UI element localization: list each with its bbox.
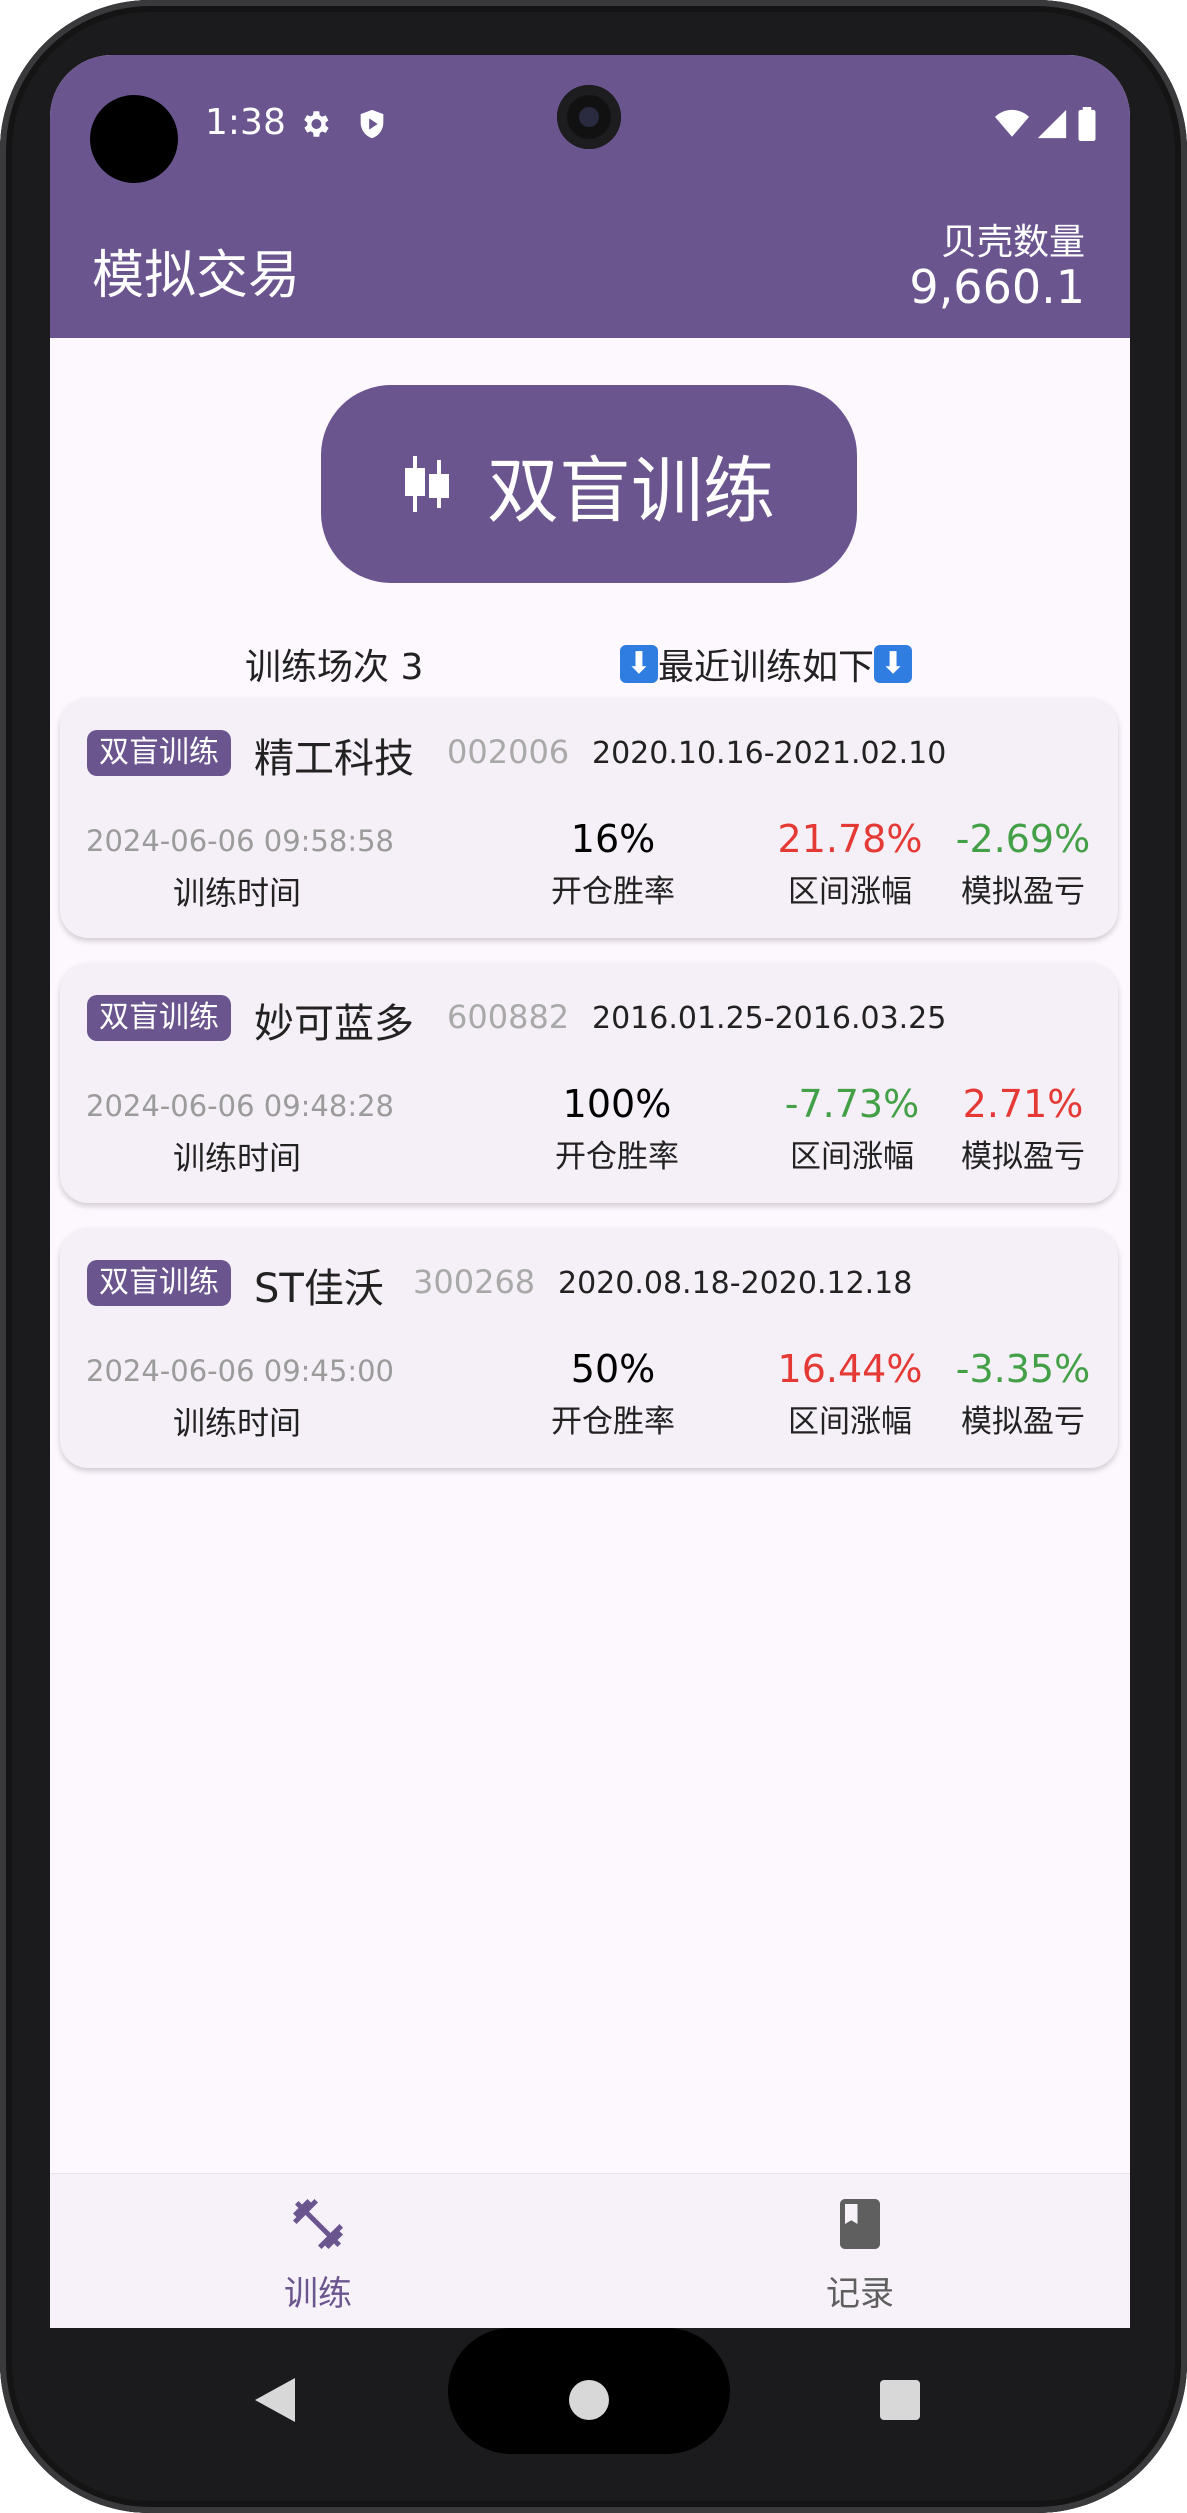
win-rate-metric: 50% 开仓胜率 xyxy=(518,1346,708,1441)
stock-code: 300268 xyxy=(413,1263,536,1301)
date-range: 2020.08.18-2020.12.18 xyxy=(558,1266,913,1301)
signal-icon xyxy=(1037,109,1067,139)
battery-icon xyxy=(1078,107,1096,141)
blind-training-label: 双盲训练 xyxy=(486,448,775,533)
stock-code: 002006 xyxy=(447,733,570,771)
win-rate-metric: 100% 开仓胜率 xyxy=(522,1081,712,1176)
simulated-pnl-metric: 2.71% 模拟盈亏 xyxy=(943,1081,1103,1176)
back-icon[interactable] xyxy=(255,2378,295,2422)
simulated-pnl-label: 模拟盈亏 xyxy=(961,1139,1085,1175)
wifi-icon xyxy=(995,109,1029,137)
status-time: 1:38 xyxy=(205,102,286,143)
training-time-label: 训练时间 xyxy=(173,874,302,912)
simulated-pnl-metric: -3.35% 模拟盈亏 xyxy=(943,1346,1103,1441)
training-timestamp: 2024-06-06 09:58:58 xyxy=(86,824,394,858)
interval-change-value: 16.44% xyxy=(777,1347,923,1391)
nav-item-records[interactable]: 记录 xyxy=(760,2194,960,2315)
page-title: 模拟交易 xyxy=(92,246,301,306)
home-icon[interactable] xyxy=(569,2380,609,2420)
training-timestamp: 2024-06-06 09:48:28 xyxy=(86,1089,394,1123)
simulated-pnl-value: -2.69% xyxy=(955,817,1091,861)
win-rate-value: 50% xyxy=(570,1347,656,1391)
stock-name: 妙可蓝多 xyxy=(254,1001,414,1047)
training-record-card[interactable]: 双盲训练 ST佳沃 300268 2020.08.18-2020.12.18 2… xyxy=(60,1228,1118,1468)
app-bar: 1:38 模拟交易 贝壳数量 9,660.1 xyxy=(50,55,1130,338)
win-rate-metric: 16% 开仓胜率 xyxy=(518,816,708,911)
interval-change-label: 区间涨幅 xyxy=(790,1139,914,1175)
recent-training-label: 最近训练如下 xyxy=(658,647,875,688)
win-rate-value: 100% xyxy=(562,1082,672,1126)
stock-name: ST佳沃 xyxy=(254,1266,384,1312)
win-rate-label: 开仓胜率 xyxy=(551,874,675,910)
interval-change-metric: 21.78% 区间涨幅 xyxy=(755,816,945,911)
recents-icon[interactable] xyxy=(880,2380,920,2420)
interval-change-value: -7.73% xyxy=(784,1082,920,1126)
win-rate-value: 16% xyxy=(570,817,656,861)
status-bar: 1:38 xyxy=(50,55,1130,183)
training-record-card[interactable]: 双盲训练 精工科技 002006 2020.10.16-2021.02.10 2… xyxy=(60,698,1118,938)
date-range: 2016.01.25-2016.03.25 xyxy=(592,1001,947,1036)
simulated-pnl-label: 模拟盈亏 xyxy=(961,874,1085,910)
win-rate-label: 开仓胜率 xyxy=(555,1139,679,1175)
simulated-pnl-value: -3.35% xyxy=(955,1347,1091,1391)
dumbbell-icon xyxy=(293,2199,343,2249)
date-range: 2020.10.16-2021.02.10 xyxy=(592,736,947,771)
mode-badge: 双盲训练 xyxy=(87,1260,231,1306)
recent-training-header: ⬇ 最近训练如下 ⬇ xyxy=(620,638,913,690)
nav-item-training[interactable]: 训练 xyxy=(218,2194,418,2315)
book-icon xyxy=(840,2199,880,2249)
settings-gear-icon xyxy=(304,111,329,137)
shield-play-icon xyxy=(360,109,384,139)
mode-badge: 双盲训练 xyxy=(87,730,231,776)
down-arrow-icon: ⬇ xyxy=(620,645,658,683)
shell-count-value: 9,660.1 xyxy=(909,260,1085,314)
interval-change-metric: 16.44% 区间涨幅 xyxy=(755,1346,945,1441)
interval-change-value: 21.78% xyxy=(777,817,923,861)
stock-code: 600882 xyxy=(447,998,570,1036)
system-navigation-bar xyxy=(50,2328,1130,2458)
simulated-pnl-value: 2.71% xyxy=(962,1082,1084,1126)
training-time-label: 训练时间 xyxy=(173,1404,302,1442)
shell-count-label: 贝壳数量 xyxy=(940,222,1085,263)
simulated-pnl-metric: -2.69% 模拟盈亏 xyxy=(943,816,1103,911)
candlestick-icon xyxy=(404,456,449,512)
training-timestamp: 2024-06-06 09:45:00 xyxy=(86,1354,394,1388)
bottom-navigation: 训练 记录 xyxy=(50,2173,1130,2328)
down-arrow-icon: ⬇ xyxy=(874,645,913,683)
training-session-count: 训练场次 3 xyxy=(245,647,424,688)
front-camera xyxy=(557,85,621,149)
training-time-label: 训练时间 xyxy=(173,1139,302,1177)
interval-change-label: 区间涨幅 xyxy=(788,874,912,910)
stock-name: 精工科技 xyxy=(254,736,414,782)
app-screen: 1:38 模拟交易 贝壳数量 9,660.1 双盲训练 训练场次 3 ⬇ 最近训… xyxy=(50,55,1130,2328)
interval-change-metric: -7.73% 区间涨幅 xyxy=(757,1081,947,1176)
interval-change-label: 区间涨幅 xyxy=(788,1404,912,1440)
nav-label-training: 训练 xyxy=(284,2274,352,2314)
training-record-card[interactable]: 双盲训练 妙可蓝多 600882 2016.01.25-2016.03.25 2… xyxy=(60,963,1118,1203)
blind-training-button[interactable]: 双盲训练 xyxy=(321,385,857,583)
simulated-pnl-label: 模拟盈亏 xyxy=(961,1404,1085,1440)
win-rate-label: 开仓胜率 xyxy=(551,1404,675,1440)
mode-badge: 双盲训练 xyxy=(87,995,231,1041)
nav-label-records: 记录 xyxy=(826,2274,894,2314)
avatar-overlay xyxy=(90,95,178,183)
